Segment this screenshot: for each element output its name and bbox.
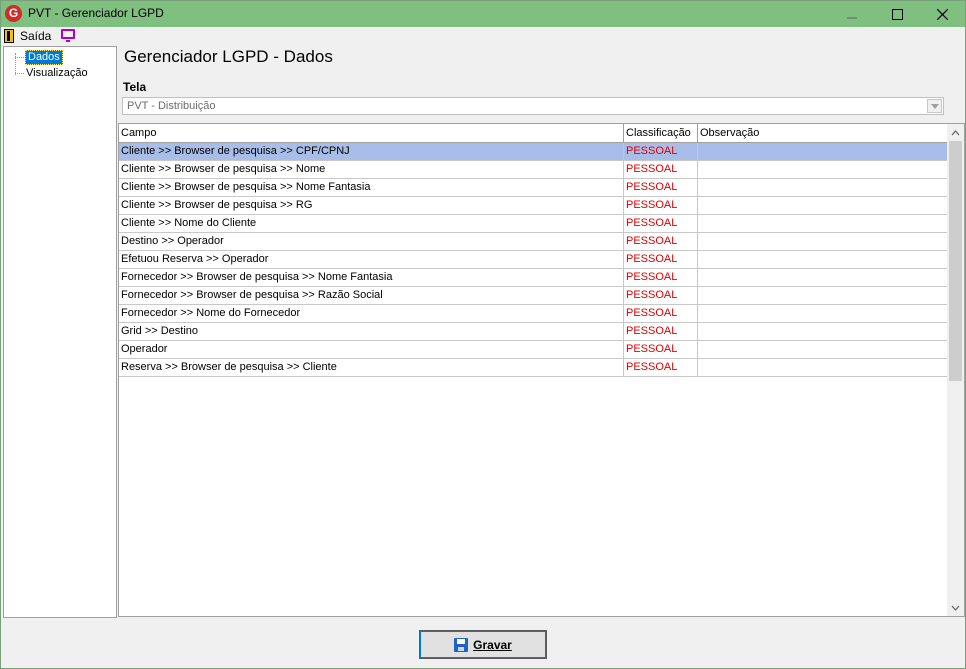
column-header-observacao[interactable]: Observação (698, 124, 948, 142)
table-row[interactable]: Cliente >> Nome do Cliente PESSOAL (119, 215, 948, 233)
menu-item-saida[interactable]: Saída (4, 28, 51, 44)
cell-classificacao[interactable]: PESSOAL (624, 215, 698, 232)
table-row[interactable]: Cliente >> Browser de pesquisa >> Nome P… (119, 161, 948, 179)
cell-classificacao[interactable]: PESSOAL (624, 143, 698, 160)
navigation-tree: Dados Visualização (3, 46, 117, 618)
cell-classificacao[interactable]: PESSOAL (624, 197, 698, 214)
tree-connector (15, 57, 24, 58)
scroll-down-button[interactable] (947, 599, 964, 616)
cell-campo[interactable]: Cliente >> Browser de pesquisa >> Nome (119, 161, 624, 178)
cell-observacao[interactable] (698, 161, 948, 178)
menu-bar: Saída (1, 27, 965, 45)
close-button[interactable] (919, 1, 965, 27)
cell-observacao[interactable] (698, 233, 948, 250)
cell-observacao[interactable] (698, 179, 948, 196)
cell-classificacao[interactable]: PESSOAL (624, 269, 698, 286)
app-window: G PVT - Gerenciador LGPD Saída Dados Vis… (0, 0, 966, 669)
table-row[interactable]: Grid >> Destino PESSOAL (119, 323, 948, 341)
cell-classificacao[interactable]: PESSOAL (624, 305, 698, 322)
table-row[interactable]: Destino >> Operador PESSOAL (119, 233, 948, 251)
cell-classificacao[interactable]: PESSOAL (624, 359, 698, 376)
column-header-campo[interactable]: Campo (119, 124, 624, 142)
cell-observacao[interactable] (698, 359, 948, 376)
table-row[interactable]: Fornecedor >> Nome do Fornecedor PESSOAL (119, 305, 948, 323)
cell-classificacao[interactable]: PESSOAL (624, 179, 698, 196)
window-title: PVT - Gerenciador LGPD (28, 6, 164, 20)
cell-campo[interactable]: Destino >> Operador (119, 233, 624, 250)
table-row[interactable]: Operador PESSOAL (119, 341, 948, 359)
table-row[interactable]: Reserva >> Browser de pesquisa >> Client… (119, 359, 948, 377)
cell-campo[interactable]: Cliente >> Nome do Cliente (119, 215, 624, 232)
cell-observacao[interactable] (698, 341, 948, 358)
maximize-button[interactable] (874, 1, 920, 27)
cell-classificacao[interactable]: PESSOAL (624, 251, 698, 268)
chevron-up-icon (951, 129, 960, 135)
cell-observacao[interactable] (698, 143, 948, 160)
monitor-icon[interactable] (61, 29, 75, 42)
chevron-down-icon (951, 605, 960, 611)
cell-campo[interactable]: Cliente >> Browser de pesquisa >> CPF/CP… (119, 143, 624, 160)
table-row[interactable]: Cliente >> Browser de pesquisa >> RG PES… (119, 197, 948, 215)
cell-classificacao[interactable]: PESSOAL (624, 233, 698, 250)
app-logo-icon: G (5, 5, 22, 22)
data-grid: Campo Classificação Observação Cliente >… (118, 123, 965, 617)
tree-item-visualizacao[interactable]: Visualização (24, 67, 90, 80)
cell-campo[interactable]: Cliente >> Browser de pesquisa >> Nome F… (119, 179, 624, 196)
maximize-icon (891, 8, 903, 20)
table-row[interactable]: Fornecedor >> Browser de pesquisa >> Raz… (119, 287, 948, 305)
tela-select-value: PVT - Distribuição (127, 100, 216, 112)
cell-observacao[interactable] (698, 287, 948, 304)
menu-item-saida-label: Saída (20, 29, 52, 43)
cell-observacao[interactable] (698, 305, 948, 322)
cell-campo[interactable]: Operador (119, 341, 624, 358)
column-header-classificacao[interactable]: Classificação (624, 124, 698, 142)
floppy-disk-icon (454, 637, 469, 652)
cell-observacao[interactable] (698, 197, 948, 214)
save-button[interactable]: Gravar (419, 630, 547, 659)
tree-item-dados[interactable]: Dados (25, 50, 63, 65)
cell-classificacao[interactable]: PESSOAL (624, 287, 698, 304)
cell-classificacao[interactable]: PESSOAL (624, 341, 698, 358)
cell-observacao[interactable] (698, 269, 948, 286)
save-button-label: Gravar (473, 637, 512, 652)
cell-campo[interactable]: Cliente >> Browser de pesquisa >> RG (119, 197, 624, 214)
grid-header: Campo Classificação Observação (119, 124, 948, 143)
table-row[interactable]: Efetuou Reserva >> Operador PESSOAL (119, 251, 948, 269)
cell-campo[interactable]: Fornecedor >> Browser de pesquisa >> Nom… (119, 269, 624, 286)
minimize-icon (847, 17, 857, 19)
cell-observacao[interactable] (698, 323, 948, 340)
title-bar[interactable]: G PVT - Gerenciador LGPD (1, 1, 965, 27)
scrollbar-thumb[interactable] (949, 141, 962, 381)
cell-observacao[interactable] (698, 215, 948, 232)
close-icon (936, 8, 948, 20)
tela-label: Tela (123, 80, 147, 94)
exit-door-icon (4, 29, 14, 43)
table-row[interactable]: Cliente >> Browser de pesquisa >> Nome F… (119, 179, 948, 197)
minimize-button[interactable] (829, 1, 875, 27)
cell-campo[interactable]: Grid >> Destino (119, 323, 624, 340)
cell-observacao[interactable] (698, 251, 948, 268)
cell-campo[interactable]: Fornecedor >> Browser de pesquisa >> Raz… (119, 287, 624, 304)
tela-dropdown-button[interactable] (927, 99, 942, 113)
tela-select[interactable]: PVT - Distribuição (122, 97, 944, 115)
vertical-scrollbar[interactable] (947, 124, 964, 616)
cell-campo[interactable]: Efetuou Reserva >> Operador (119, 251, 624, 268)
cell-classificacao[interactable]: PESSOAL (624, 161, 698, 178)
page-title: Gerenciador LGPD - Dados (124, 47, 333, 66)
tree-connector (15, 73, 24, 74)
cell-classificacao[interactable]: PESSOAL (624, 323, 698, 340)
table-row[interactable]: Cliente >> Browser de pesquisa >> CPF/CP… (119, 143, 948, 161)
table-row[interactable]: Fornecedor >> Browser de pesquisa >> Nom… (119, 269, 948, 287)
cell-campo[interactable]: Reserva >> Browser de pesquisa >> Client… (119, 359, 624, 376)
scroll-up-button[interactable] (947, 124, 964, 141)
chevron-down-icon (930, 103, 939, 109)
cell-campo[interactable]: Fornecedor >> Nome do Fornecedor (119, 305, 624, 322)
